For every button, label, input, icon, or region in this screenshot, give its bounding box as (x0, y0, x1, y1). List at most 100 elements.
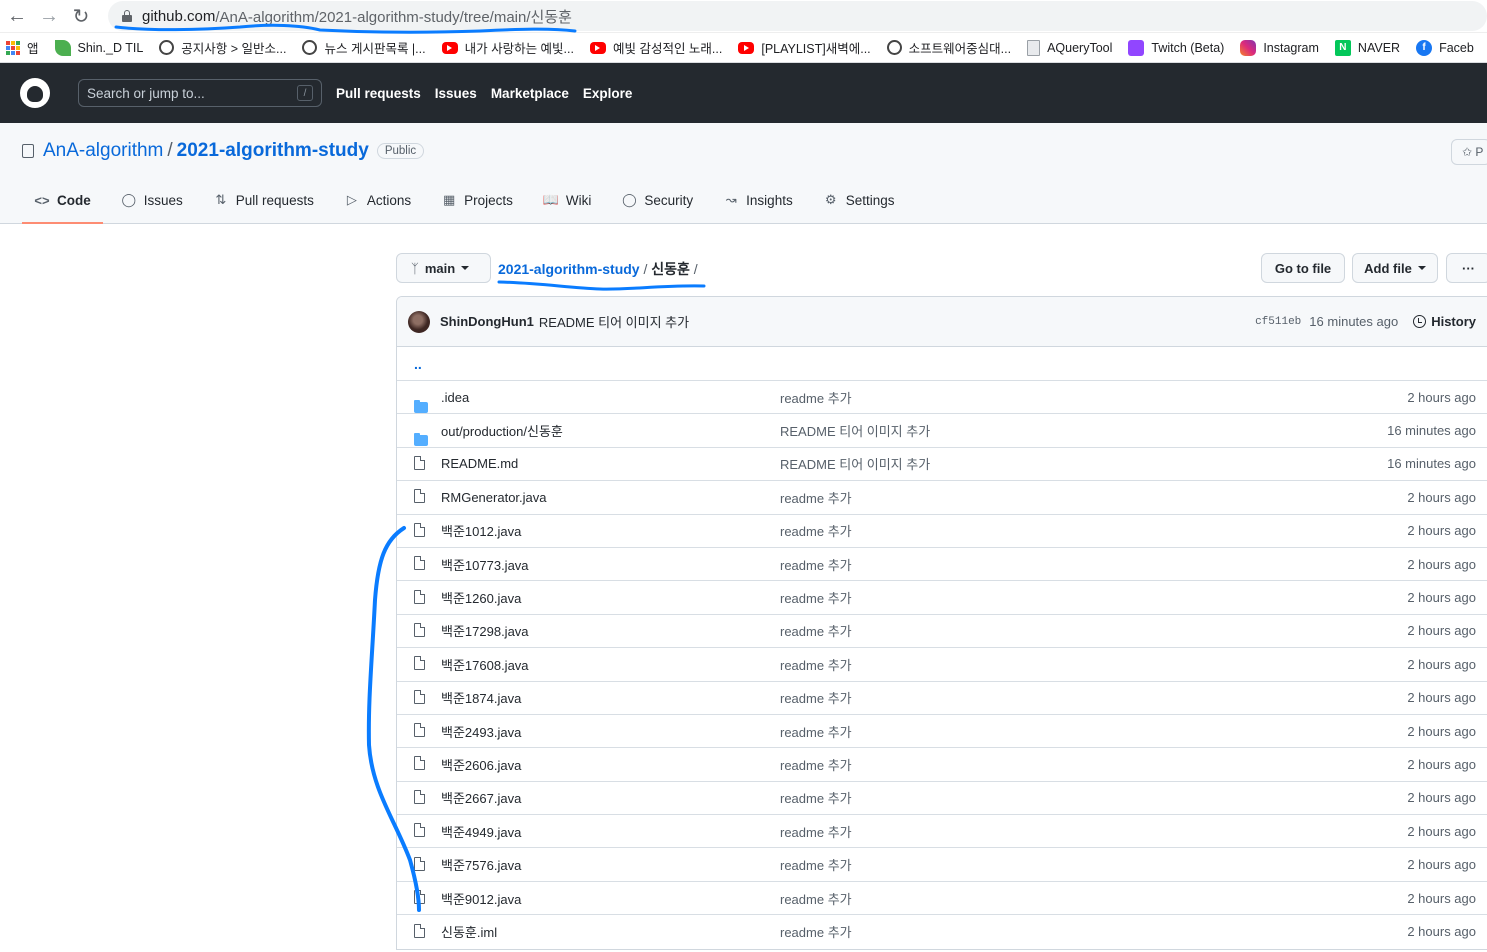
file-row[interactable]: README.md README 티어 이미지 추가 16 minutes ago (397, 448, 1487, 482)
reload-icon[interactable]: ↻ (66, 1, 96, 31)
file-row[interactable]: 백준17298.java readme 추가 2 hours ago (397, 615, 1487, 649)
github-logo-icon[interactable] (20, 78, 50, 108)
file-row[interactable]: 백준1260.java readme 추가 2 hours ago (397, 581, 1487, 615)
file-row[interactable]: 백준9012.java readme 추가 2 hours ago (397, 882, 1487, 916)
tab-projects[interactable]: ▦ Projects (429, 177, 525, 223)
file-row[interactable]: 신동훈.iml readme 추가 2 hours ago (397, 915, 1487, 948)
bookmark-apps[interactable]: 앱 (6, 38, 39, 57)
pin-button[interactable]: ✩ P (1451, 139, 1487, 165)
file-name-link[interactable]: 백준2667.java (441, 788, 521, 807)
repo-owner-link[interactable]: AnA-algorithm (43, 140, 163, 162)
file-row[interactable]: 백준17608.java readme 추가 2 hours ago (397, 648, 1487, 682)
tab-code[interactable]: <> Code (22, 177, 103, 224)
file-name-link[interactable]: 백준1012.java (441, 521, 521, 540)
file-row[interactable]: 백준2493.java readme 추가 2 hours ago (397, 715, 1487, 749)
go-to-file-button[interactable]: Go to file (1261, 253, 1345, 283)
file-row[interactable]: 백준1012.java readme 추가 2 hours ago (397, 515, 1487, 548)
commit-time: 16 minutes ago (1309, 314, 1399, 329)
add-file-button[interactable]: Add file (1352, 253, 1438, 283)
file-commit-message-link[interactable]: readme 추가 (780, 922, 852, 941)
file-row[interactable]: 백준7576.java readme 추가 2 hours ago (397, 848, 1487, 882)
branch-select-button[interactable]: ᛉ main (396, 253, 491, 283)
forward-arrow-icon[interactable]: → (34, 1, 64, 31)
file-row[interactable]: 백준2667.java readme 추가 2 hours ago (397, 782, 1487, 816)
nav-pull-requests[interactable]: Pull requests (336, 86, 421, 101)
file-row[interactable]: RMGenerator.java readme 추가 2 hours ago (397, 481, 1487, 515)
tab-actions[interactable]: ▷ Actions (332, 177, 423, 223)
file-commit-message-link[interactable]: readme 추가 (780, 822, 852, 841)
bookmark-item[interactable]: Shin._D TIL (54, 39, 143, 56)
file-commit-message-link[interactable]: readme 추가 (780, 855, 852, 874)
history-link[interactable]: History (1413, 314, 1476, 329)
bookmark-item[interactable]: 예빛 감성적인 노래... (589, 38, 723, 57)
commit-author-link[interactable]: ShinDongHun1 (440, 314, 534, 329)
file-commit-message-link[interactable]: README 티어 이미지 추가 (780, 421, 930, 440)
file-name-link[interactable]: 백준2606.java (441, 755, 521, 774)
tab-issues[interactable]: ◯ Issues (109, 177, 195, 223)
file-row[interactable]: 백준4949.java readme 추가 2 hours ago (397, 815, 1487, 849)
repo-name-link[interactable]: 2021-algorithm-study (177, 140, 369, 162)
file-row[interactable]: 백준10773.java readme 추가 2 hours ago (397, 548, 1487, 582)
tab-wiki[interactable]: 📖 Wiki (531, 177, 604, 223)
file-name-link[interactable]: RMGenerator.java (441, 490, 547, 505)
file-commit-message-link[interactable]: readme 추가 (780, 621, 852, 640)
nav-marketplace[interactable]: Marketplace (491, 86, 569, 101)
search-input[interactable]: Search or jump to... / (78, 79, 322, 107)
bookmark-item[interactable]: N NAVER (1334, 39, 1400, 56)
file-commit-message-link[interactable]: README 티어 이미지 추가 (780, 454, 930, 473)
file-commit-message-link[interactable]: readme 추가 (780, 755, 852, 774)
file-commit-message-link[interactable]: readme 추가 (780, 688, 852, 707)
file-row[interactable]: 백준1874.java readme 추가 2 hours ago (397, 682, 1487, 715)
file-row[interactable]: .idea readme 추가 2 hours ago (397, 381, 1487, 415)
file-name-link[interactable]: 백준4949.java (441, 822, 521, 841)
file-name-link[interactable]: README.md (441, 456, 518, 471)
file-name-link[interactable]: 백준10773.java (441, 555, 529, 574)
file-row[interactable]: out/production/신동훈 README 티어 이미지 추가 16 min… (397, 414, 1487, 448)
tab-insights[interactable]: ↝ Insights (711, 177, 805, 223)
tab-settings[interactable]: ⚙ Settings (811, 177, 907, 223)
commit-sha-link[interactable]: cf511eb (1255, 316, 1301, 328)
commit-message-link[interactable]: README 티어 이미지 추가 (539, 312, 689, 331)
file-commit-message-link[interactable]: readme 추가 (780, 889, 852, 908)
back-arrow-icon[interactable]: ← (2, 1, 32, 31)
bookmark-item[interactable]: Instagram (1240, 39, 1319, 56)
bookmark-item[interactable]: 공지사항 > 일반소... (159, 38, 286, 57)
avatar[interactable] (408, 310, 430, 333)
nav-issues[interactable]: Issues (435, 86, 477, 101)
address-bar[interactable]: github.com/AnA-algorithm/2021-algorithm-… (108, 1, 1487, 31)
file-row[interactable]: 백준2606.java readme 추가 2 hours ago (397, 748, 1487, 782)
bookmark-label: 예빛 감성적인 노래... (612, 42, 723, 56)
file-name-link[interactable]: 백준2493.java (441, 722, 521, 741)
more-options-button[interactable]: ··· (1446, 253, 1487, 283)
file-name-link[interactable]: 백준17608.java (441, 655, 529, 674)
tab-pull-requests[interactable]: ⇅ Pull requests (201, 177, 326, 223)
tab-security[interactable]: ◯ Security (609, 177, 705, 223)
file-commit-message-link[interactable]: readme 추가 (780, 488, 852, 507)
file-name-link[interactable]: 백준9012.java (441, 889, 521, 908)
bookmark-item[interactable]: Twitch (Beta) (1128, 39, 1224, 56)
file-name-link[interactable]: .idea (441, 390, 469, 405)
file-commit-message-link[interactable]: readme 추가 (780, 722, 852, 741)
bookmark-item[interactable]: [PLAYLIST]새벽에... (738, 38, 871, 57)
file-name-link[interactable]: out/production/신동훈 (441, 421, 563, 440)
file-commit-message-link[interactable]: readme 추가 (780, 655, 852, 674)
file-name-link[interactable]: 백준17298.java (441, 621, 529, 640)
bookmark-item[interactable]: 뉴스 게시판목록 |... (302, 38, 426, 57)
bookmark-item[interactable]: AQueryTool (1027, 39, 1112, 56)
file-age: 2 hours ago (1407, 723, 1476, 739)
file-name-link[interactable]: 신동훈.iml (441, 922, 497, 941)
file-name-link[interactable]: 백준7576.java (441, 855, 521, 874)
breadcrumb-repo-link[interactable]: 2021-algorithm-study (498, 261, 640, 277)
file-commit-message-link[interactable]: readme 추가 (780, 388, 852, 407)
file-name-link[interactable]: 백준1874.java (441, 688, 521, 707)
file-commit-message-link[interactable]: readme 추가 (780, 788, 852, 807)
file-commit-message-link[interactable]: readme 추가 (780, 555, 852, 574)
nav-explore[interactable]: Explore (583, 86, 633, 101)
file-name-link[interactable]: 백준1260.java (441, 588, 521, 607)
file-commit-message-link[interactable]: readme 추가 (780, 521, 852, 540)
bookmark-item[interactable]: 소프트웨어중심대... (886, 38, 1011, 57)
bookmark-item[interactable]: f Faceb (1416, 39, 1474, 56)
bookmark-item[interactable]: 내가 사랑하는 예빛... (441, 38, 574, 57)
file-commit-message-link[interactable]: readme 추가 (780, 588, 852, 607)
parent-directory-link[interactable]: .. (397, 347, 1487, 381)
